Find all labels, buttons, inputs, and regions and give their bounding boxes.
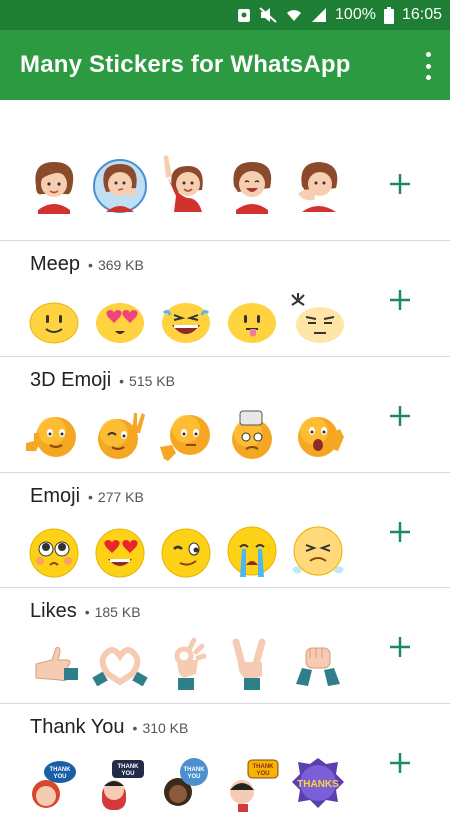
- clock: 16:05: [401, 6, 442, 23]
- add-pack-button[interactable]: [386, 633, 414, 661]
- sticker-pack-list[interactable]: Meep 369 KB: [0, 100, 450, 812]
- battery-icon: [383, 6, 394, 24]
- girl-hair-icon: [35, 162, 74, 214]
- add-pack-button[interactable]: [386, 170, 414, 198]
- plus-icon: [390, 174, 410, 194]
- pack-size: 185 KB: [85, 604, 141, 620]
- pack-header: Emoji 277 KB: [30, 485, 144, 508]
- pleading-icon: [29, 528, 79, 578]
- status-bar: 100% 16:05: [0, 0, 450, 30]
- svg-text:YOU: YOU: [121, 771, 134, 777]
- winking-icon: [161, 528, 211, 578]
- sneezing-icon: [292, 526, 344, 576]
- heart-hands-icon: [92, 647, 148, 687]
- thank-you-kid-icon: THANK YOU: [230, 759, 279, 812]
- sticker-pack-row[interactable]: 3D Emoji 515 KB: [0, 357, 450, 473]
- svg-text:THANK: THANK: [253, 764, 275, 770]
- pack-name: Thank You: [30, 716, 125, 738]
- signal-icon: [311, 7, 327, 23]
- plus-icon: [390, 406, 410, 426]
- thumbs-up-emoji-icon: [26, 417, 76, 457]
- heart-eyes-icon: [96, 303, 144, 343]
- pack-header: Meep 369 KB: [30, 253, 144, 276]
- add-pack-button[interactable]: [386, 402, 414, 430]
- pack-name: Meep: [30, 253, 81, 275]
- svg-text:THANK: THANK: [184, 767, 206, 773]
- sticker-preview-row: [22, 152, 352, 216]
- smile-icon: [29, 302, 79, 344]
- girl-shy-icon: [298, 162, 338, 212]
- plus-icon: [390, 753, 410, 773]
- plus-icon: [390, 290, 410, 310]
- pack-header: Thank You 310 KB: [30, 716, 188, 739]
- svg-text:YOU: YOU: [53, 774, 66, 780]
- pack-header: Likes 185 KB: [30, 600, 141, 623]
- peace-emoji-icon: [98, 413, 145, 459]
- pack-name: Emoji: [30, 485, 81, 507]
- victory-hand-icon: [232, 638, 266, 690]
- girl-thinking-icon: [93, 159, 147, 213]
- thank-you-boy-icon: THANK YOU: [102, 760, 144, 810]
- add-pack-button[interactable]: [386, 749, 414, 777]
- pack-size: 310 KB: [133, 720, 188, 736]
- battery-level: 100%: [335, 6, 376, 23]
- pack-size: 277 KB: [88, 489, 144, 505]
- wifi-icon: [285, 7, 303, 23]
- thank-you-girl-icon: THANK YOU: [32, 761, 76, 808]
- sticker-pack-row[interactable]: Meep 369 KB: [0, 241, 450, 357]
- sticker-preview-row: [22, 634, 352, 698]
- pointing-emoji-icon: [160, 415, 210, 461]
- thumbs-up-hand-icon: [35, 647, 78, 682]
- thank-you-woman-icon: THANK YOU: [164, 758, 208, 806]
- sticker-preview-row: [22, 519, 352, 583]
- plus-icon: [390, 522, 410, 542]
- add-pack-button[interactable]: [386, 286, 414, 314]
- sticker-pack-row[interactable]: Emoji 277 KB: [0, 473, 450, 588]
- sticker-preview-row: THANK YOU THANK YOU THANK YOU THANK YOU …: [22, 750, 352, 814]
- sticker-preview-row: [22, 403, 352, 467]
- girl-laughing-icon: [233, 162, 272, 214]
- sticker-preview-row: [22, 287, 352, 351]
- pack-size: 369 KB: [88, 257, 144, 273]
- pack-name: 3D Emoji: [30, 369, 112, 391]
- svg-text:THANK: THANK: [118, 764, 140, 770]
- surprised-emoji-icon: [298, 417, 344, 457]
- sticker-pack-row[interactable]: [0, 100, 450, 241]
- ok-hand-icon: [174, 637, 207, 690]
- laugh-tears-icon: [162, 303, 210, 343]
- crying-icon: [227, 526, 277, 577]
- plus-icon: [390, 637, 410, 657]
- pack-size: 515 KB: [119, 373, 175, 389]
- svg-text:THANKS: THANKS: [297, 779, 339, 790]
- app-bar: Many Stickers for WhatsApp: [0, 30, 450, 100]
- sticker-pack-row[interactable]: Thank You 310 KB THANK YOU THANK YOU THA…: [0, 704, 450, 820]
- pack-name: Likes: [30, 600, 77, 622]
- angry-vein-icon: [291, 293, 344, 343]
- fist-bump-icon: [296, 647, 340, 686]
- girl-waving-icon: [163, 155, 203, 212]
- thanks-badge-icon: THANKS: [292, 758, 344, 808]
- heart-eyes-emoji-icon: [95, 528, 145, 578]
- app-title: Many Stickers for WhatsApp: [20, 51, 351, 78]
- dizzy-emoji-icon: [232, 410, 272, 459]
- svg-text:YOU: YOU: [256, 771, 269, 777]
- sticker-pack-row[interactable]: Likes 185 KB: [0, 588, 450, 704]
- svg-text:THANK: THANK: [50, 767, 72, 773]
- overflow-menu-icon[interactable]: [420, 52, 436, 80]
- tongue-icon: [228, 303, 276, 343]
- pack-header: 3D Emoji 515 KB: [30, 369, 175, 392]
- mute-icon: [259, 7, 277, 23]
- add-pack-button[interactable]: [386, 518, 414, 546]
- svg-text:YOU: YOU: [187, 774, 200, 780]
- notification-icon: [237, 7, 251, 23]
